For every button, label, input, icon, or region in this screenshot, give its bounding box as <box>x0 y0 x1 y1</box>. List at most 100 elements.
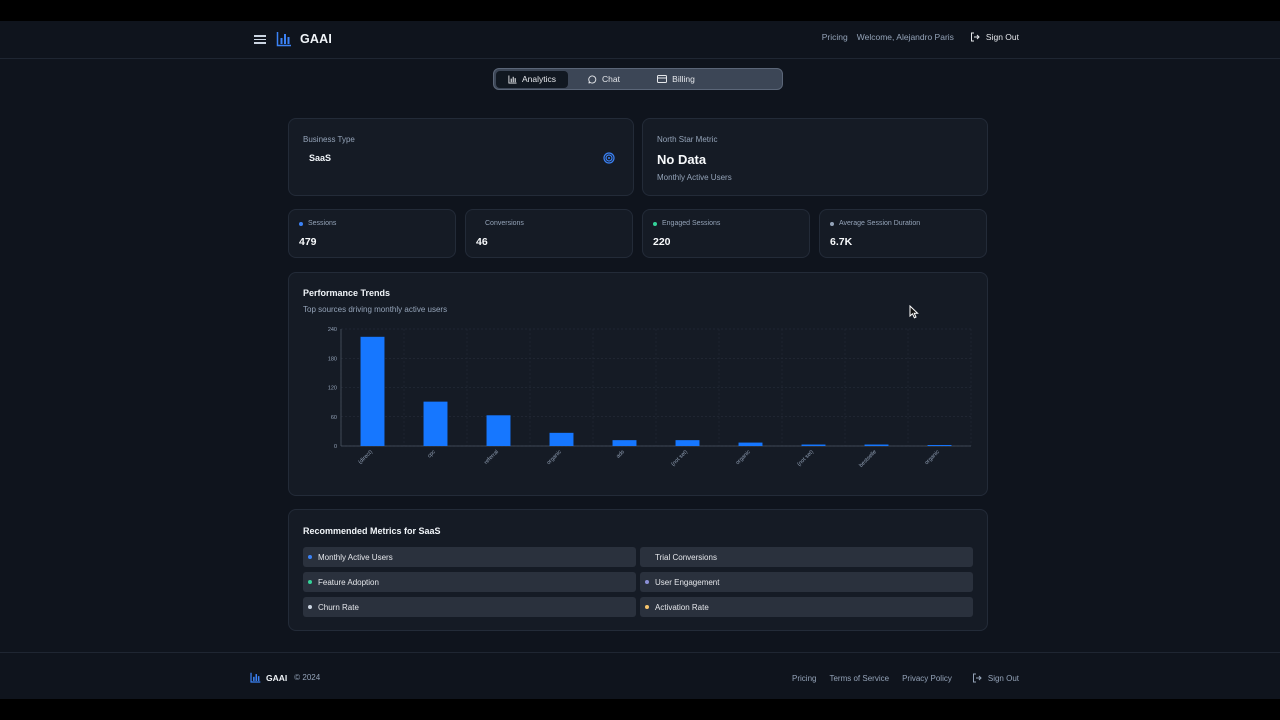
footer-pricing-link[interactable]: Pricing <box>792 674 816 683</box>
tab-chat-label: Chat <box>602 74 620 84</box>
x-tick-label: (not set) <box>796 449 815 468</box>
chart-bar <box>360 336 385 446</box>
business-type-card: Business Type SaaS <box>288 118 634 196</box>
brand-logo[interactable]: GAAI <box>276 31 332 47</box>
chart-bar <box>927 445 952 446</box>
footer-brand-title: GAAI <box>266 672 288 683</box>
recommended-grid: Monthly Active Users Trial Conversions F… <box>303 547 974 617</box>
stat-dot <box>476 222 480 226</box>
stat-card-avg-session-duration: Average Session Duration 6.7K <box>819 209 987 258</box>
x-tick-label: referral <box>483 449 500 466</box>
chart-bar <box>486 415 511 446</box>
stat-card-conversions: Conversions 46 <box>465 209 633 258</box>
footer-sign-out-label: Sign Out <box>987 673 1019 683</box>
business-type-value: SaaS <box>309 153 332 163</box>
footer-privacy-link[interactable]: Privacy Policy <box>902 674 952 683</box>
stat-label: Engaged Sessions <box>662 220 721 227</box>
x-tick-label: bestselle <box>858 449 878 469</box>
sign-out-icon <box>970 32 980 42</box>
footer-brand: GAAI © 2024 <box>250 672 320 683</box>
metric-label: Feature Adoption <box>318 577 379 587</box>
performance-bar-chart: 0 60 120 180 240 (direct) cpc referral organic ad… <box>328 327 972 469</box>
metric-item[interactable]: Churn Rate <box>303 597 636 617</box>
x-tick-label: organic <box>735 449 752 466</box>
stat-value: 479 <box>299 236 317 248</box>
tab-billing[interactable]: Billing <box>640 71 712 88</box>
bar-chart-logo-icon <box>276 32 291 47</box>
footer-sign-out-button[interactable]: Sign Out <box>972 673 1019 683</box>
chart-bar <box>675 440 700 446</box>
stat-value: 6.7K <box>830 236 853 248</box>
credit-card-icon <box>657 75 668 83</box>
north-star-sub: Monthly Active Users <box>657 173 732 182</box>
metric-dot <box>308 580 312 584</box>
hamburger-menu-icon[interactable] <box>254 33 266 47</box>
metric-dot <box>308 605 312 609</box>
chart-bar <box>801 444 826 446</box>
header-nav: Pricing Welcome, Alejandro Paris Sign Ou… <box>822 32 1019 42</box>
metric-label: User Engagement <box>655 577 720 587</box>
chat-bubble-icon <box>588 74 597 84</box>
bar-chart-logo-icon <box>250 672 261 683</box>
stat-label: Average Session Duration <box>839 220 921 227</box>
north-star-card: North Star Metric No Data Monthly Active… <box>642 118 988 196</box>
stat-label: Sessions <box>308 220 337 227</box>
x-tick-label: (direct) <box>358 449 374 465</box>
pricing-link[interactable]: Pricing <box>822 32 848 42</box>
chart-bar <box>864 444 889 446</box>
stat-value: 220 <box>653 236 671 248</box>
metric-item[interactable]: Trial Conversions <box>640 547 973 567</box>
mouse-cursor-icon <box>909 305 919 319</box>
metric-dot <box>308 555 312 559</box>
footer-terms-link[interactable]: Terms of Service <box>829 674 889 683</box>
bar-chart-icon <box>508 74 517 84</box>
recommended-title: Recommended Metrics for SaaS <box>303 526 441 536</box>
tab-analytics-label: Analytics <box>521 74 556 84</box>
welcome-text: Welcome, Alejandro Paris <box>856 32 954 42</box>
tab-chat[interactable]: Chat <box>568 71 640 88</box>
business-type-label: Business Type <box>303 135 355 144</box>
footer: GAAI © 2024 Pricing Terms of Service Pri… <box>0 652 1280 699</box>
app-frame: GAAI Pricing Welcome, Alejandro Paris Si… <box>0 21 1280 699</box>
chart-bar <box>612 440 637 446</box>
metric-label: Monthly Active Users <box>318 552 393 562</box>
stat-label: Conversions <box>485 220 524 227</box>
x-tick-label: organic <box>924 449 941 466</box>
x-tick-label: (not set) <box>670 449 689 468</box>
metric-item[interactable]: User Engagement <box>640 572 973 592</box>
y-tick-label: 0 <box>334 444 337 450</box>
x-tick-label: organic <box>546 449 563 466</box>
stat-value: 46 <box>476 236 488 248</box>
stat-card-sessions: Sessions 479 <box>288 209 456 258</box>
main-tabs: Analytics Chat Billing <box>493 68 783 90</box>
target-icon <box>603 152 615 164</box>
y-tick-label: 180 <box>328 356 337 362</box>
metric-label: Churn Rate <box>318 602 359 612</box>
metric-item[interactable]: Monthly Active Users <box>303 547 636 567</box>
stat-dot <box>299 221 303 226</box>
metric-item[interactable]: Activation Rate <box>640 597 973 617</box>
top-header: GAAI Pricing Welcome, Alejandro Paris Si… <box>0 21 1280 59</box>
x-tick-label: ads <box>615 449 626 460</box>
footer-copyright: © 2024 <box>294 673 321 682</box>
north-star-label: North Star Metric <box>657 135 718 144</box>
metric-dot <box>645 580 649 584</box>
business-type-select[interactable]: SaaS <box>297 147 627 169</box>
brand-title: GAAI <box>300 32 333 46</box>
stat-dot <box>830 221 834 226</box>
metric-item[interactable]: Feature Adoption <box>303 572 636 592</box>
tab-analytics[interactable]: Analytics <box>496 70 568 88</box>
chart-bar <box>738 442 763 446</box>
chart-bar <box>549 432 574 446</box>
sign-out-button[interactable]: Sign Out <box>970 32 1019 42</box>
metric-label: Trial Conversions <box>655 552 717 562</box>
stat-dot <box>653 221 657 226</box>
north-star-value: No Data <box>657 152 707 167</box>
tab-billing-label: Billing <box>672 74 695 84</box>
chart-bar <box>423 401 448 446</box>
metric-label: Activation Rate <box>655 602 709 612</box>
metric-dot <box>645 555 649 559</box>
sign-out-icon <box>972 673 982 683</box>
sign-out-label: Sign Out <box>985 32 1019 42</box>
stat-card-engaged-sessions: Engaged Sessions 220 <box>642 209 810 258</box>
